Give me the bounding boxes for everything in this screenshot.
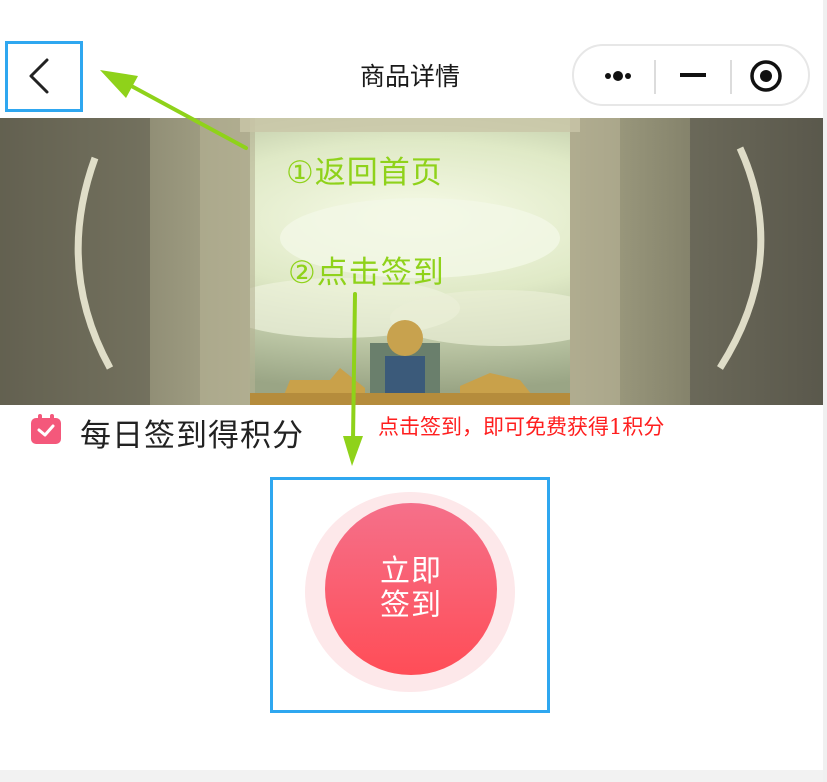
annotation-step2: ②点击签到	[288, 255, 445, 291]
close-button[interactable]	[734, 46, 806, 104]
signin-button-label-line2: 签到	[380, 588, 442, 623]
calendar-icon	[30, 413, 62, 445]
minimize-button[interactable]	[658, 46, 728, 104]
signin-button[interactable]: 立即 签到	[325, 503, 497, 675]
back-button-highlight	[5, 41, 83, 112]
capsule-menu	[572, 44, 810, 106]
nav-bar: 商品详情	[0, 0, 827, 118]
page-title: 商品详情	[359, 62, 460, 91]
capsule-divider	[730, 60, 732, 94]
checkin-hint: 点击签到，即可免费获得1积分	[378, 415, 665, 439]
capsule-divider	[654, 60, 656, 94]
signin-button-label-line1: 立即	[380, 554, 442, 589]
annotation-step1: ①返回首页	[286, 155, 443, 191]
record-circle-icon	[750, 60, 782, 92]
more-button[interactable]	[580, 46, 652, 104]
section-title: 每日签到得积分	[80, 418, 304, 454]
more-dots-icon	[605, 71, 631, 81]
bottom-strip	[0, 770, 827, 782]
minimize-icon	[680, 73, 706, 77]
checkin-header: 每日签到得积分 点击签到，即可免费获得1积分	[0, 405, 827, 465]
window-edge	[823, 0, 827, 782]
